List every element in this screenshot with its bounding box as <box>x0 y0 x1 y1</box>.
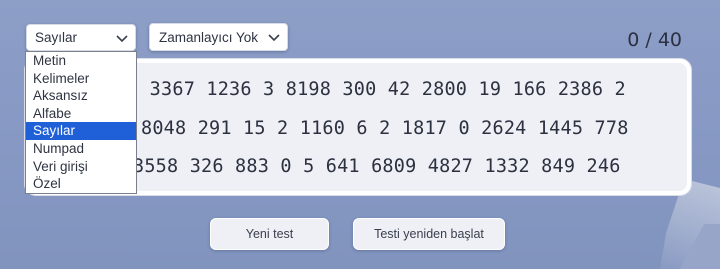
mode-select[interactable]: Sayılar <box>26 24 136 51</box>
timer-select[interactable]: Zamanlayıcı Yok <box>149 23 288 51</box>
mode-select-value: Sayılar <box>35 30 78 45</box>
text-line: 3558 326 883 0 5 641 6809 4827 1332 849 … <box>133 156 621 177</box>
text-line: 0 3367 1236 3 8198 300 42 2800 19 166 23… <box>127 79 626 100</box>
dropdown-option-sayilar[interactable]: Sayılar <box>26 122 136 140</box>
dropdown-option-alfabe[interactable]: Alfabe <box>26 105 136 123</box>
dropdown-option-veri-girisi[interactable]: Veri girişi <box>26 158 136 176</box>
restart-test-button[interactable]: Testi yeniden başlat <box>353 218 505 250</box>
dropdown-option-ozel[interactable]: Özel <box>26 175 136 193</box>
timer-select-value: Zamanlayıcı Yok <box>159 29 259 45</box>
chevron-down-icon <box>116 34 128 42</box>
text-line: 8048 291 15 2 1160 6 2 1817 0 2624 1445 … <box>141 118 629 139</box>
dropdown-option-metin[interactable]: Metin <box>26 52 136 70</box>
new-test-button[interactable]: Yeni test <box>210 218 329 250</box>
dropdown-option-kelimeler[interactable]: Kelimeler <box>26 70 136 88</box>
dropdown-option-aksansiz[interactable]: Aksansız <box>26 87 136 105</box>
dropdown-option-numpad[interactable]: Numpad <box>26 140 136 158</box>
progress-counter: 0 / 40 <box>627 29 682 51</box>
mode-dropdown-list[interactable]: Metin Kelimeler Aksansız Alfabe Sayılar … <box>25 51 137 194</box>
chevron-down-icon <box>268 34 280 42</box>
